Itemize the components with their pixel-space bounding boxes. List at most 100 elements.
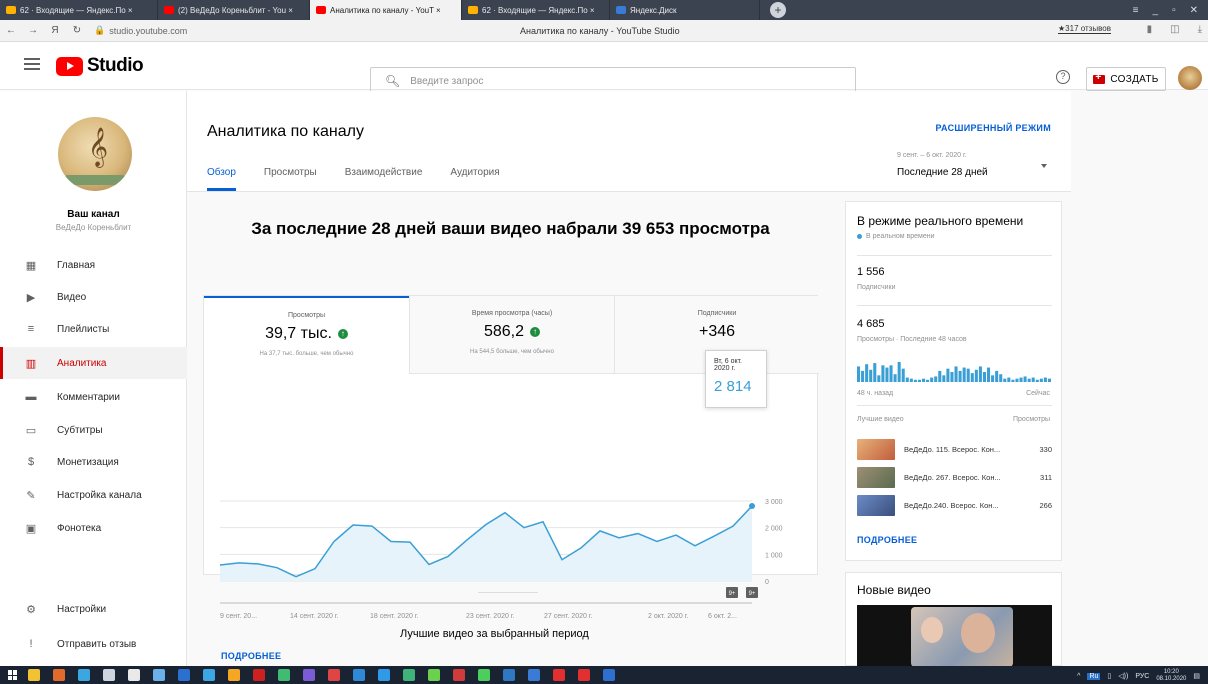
realtime-bar[interactable]: [865, 364, 869, 382]
sidebar-item-playlist[interactable]: ≡ Плейлисты: [0, 313, 187, 345]
taskbar-app-icon[interactable]: [378, 669, 390, 681]
realtime-bar[interactable]: [1031, 377, 1035, 382]
realtime-bar[interactable]: [1043, 377, 1047, 382]
taskbar-app-icon[interactable]: [328, 669, 340, 681]
date-range-picker[interactable]: 9 сент. – 6 окт. 2020 г. Последние 28 дн…: [897, 152, 1055, 178]
top-video-row[interactable]: ВеДеДо. 115. Всерос. Кон... 330: [857, 438, 1052, 460]
realtime-bar[interactable]: [1027, 378, 1031, 382]
reviews-link[interactable]: ★317 отзывов: [1058, 24, 1111, 34]
realtime-bar[interactable]: [905, 377, 909, 382]
hamburger-menu-icon[interactable]: [24, 58, 40, 70]
realtime-bar[interactable]: [893, 374, 897, 382]
realtime-bar[interactable]: [901, 368, 905, 382]
realtime-bar[interactable]: [978, 366, 982, 382]
channel-avatar[interactable]: 𝄞: [58, 117, 132, 191]
sidebar-item-analytics[interactable]: ▥ Аналитика: [0, 347, 187, 379]
sidebar-item-settings[interactable]: ⚙ Настройки: [0, 593, 187, 625]
taskbar-app-icon[interactable]: [528, 669, 540, 681]
views-chart[interactable]: 0 1 000 2 000 3 000 9+ 9+ 9 сент. 20... 14 сент…: [204, 496, 819, 666]
realtime-bar[interactable]: [889, 365, 893, 382]
realtime-bar[interactable]: [926, 379, 930, 382]
realtime-bar[interactable]: [1015, 378, 1019, 382]
realtime-bar[interactable]: [999, 374, 1003, 382]
realtime-bar[interactable]: [877, 375, 881, 382]
realtime-bar[interactable]: [974, 369, 978, 382]
realtime-bar[interactable]: [873, 363, 877, 382]
taskbar-app-icon[interactable]: [428, 669, 440, 681]
realtime-bar[interactable]: [987, 367, 991, 382]
realtime-bar[interactable]: [885, 367, 889, 382]
realtime-bar[interactable]: [1039, 378, 1043, 382]
tab-overview[interactable]: Обзор: [207, 167, 236, 191]
taskbar-app-icon[interactable]: [403, 669, 415, 681]
browser-tab[interactable]: Аналитика по каналу - YouT ×: [310, 0, 462, 20]
taskbar-app-icon[interactable]: [503, 669, 515, 681]
realtime-bar[interactable]: [991, 375, 995, 382]
realtime-bar[interactable]: [869, 369, 873, 382]
url-field[interactable]: 🔒 studio.youtube.com: [94, 25, 187, 36]
sidebar-item-subtitles[interactable]: ▭ Субтитры: [0, 414, 187, 446]
metric-watch-time[interactable]: Время просмотра (часы) 586,2 ↑ На 544,5 б…: [409, 296, 614, 374]
browser-tab[interactable]: 62 · Входящие — Яндекс.По ×: [462, 0, 610, 20]
new-video-thumbnail[interactable]: [857, 605, 1052, 667]
taskbar-app-icon[interactable]: [578, 669, 590, 681]
realtime-bar[interactable]: [958, 370, 962, 382]
realtime-bar[interactable]: [1019, 377, 1023, 382]
back-icon[interactable]: ←: [0, 25, 22, 36]
taskbar-app-icon[interactable]: [603, 669, 615, 681]
reload-icon[interactable]: ↻: [66, 25, 88, 36]
realtime-bar[interactable]: [1023, 376, 1027, 382]
realtime-bar[interactable]: [970, 373, 974, 382]
browser-tab[interactable]: (2) ВеДеДо Кореньблит - You ×: [158, 0, 310, 20]
notifications-icon[interactable]: ▤: [1193, 672, 1200, 680]
help-icon[interactable]: ?: [1056, 70, 1070, 84]
minimize-icon[interactable]: _: [1153, 5, 1159, 16]
sidebar-item-comments[interactable]: ▬ Комментарии: [0, 381, 187, 413]
tab-engagement[interactable]: Взаимодействие: [345, 167, 423, 191]
taskbar-app-icon[interactable]: [228, 669, 240, 681]
sidebar-item-dashboard[interactable]: ▦ Главная: [0, 249, 187, 281]
yandex-icon[interactable]: Я: [44, 25, 66, 36]
forward-icon[interactable]: →: [22, 25, 44, 36]
realtime-bar[interactable]: [909, 378, 913, 382]
realtime-details-link[interactable]: ПОДРОБНЕЕ: [857, 535, 917, 545]
taskbar-app-icon[interactable]: [153, 669, 165, 681]
collections-icon[interactable]: ◫: [1170, 24, 1179, 35]
input-language[interactable]: РУС: [1135, 673, 1149, 680]
sidebar-item-audio-library[interactable]: ▣ Фонотека: [0, 512, 187, 544]
realtime-bar[interactable]: [1047, 378, 1051, 382]
sidebar-item-customization[interactable]: ✎ Настройка канала: [0, 479, 187, 511]
realtime-bar[interactable]: [1003, 378, 1007, 382]
clock[interactable]: 10:20 08.10.2020: [1156, 669, 1186, 683]
tab-audience[interactable]: Аудитория: [450, 167, 499, 191]
realtime-bar[interactable]: [857, 366, 861, 382]
realtime-bar[interactable]: [1035, 379, 1039, 382]
taskbar-app-icon[interactable]: [353, 669, 365, 681]
studio-logo[interactable]: Studio: [56, 55, 144, 77]
realtime-bar[interactable]: [861, 370, 865, 382]
taskbar-app-icon[interactable]: [253, 669, 265, 681]
taskbar-app-icon[interactable]: [278, 669, 290, 681]
taskbar-app-icon[interactable]: [103, 669, 115, 681]
sidebar-item-feedback[interactable]: ! Отправить отзыв: [0, 628, 187, 660]
realtime-bar[interactable]: [938, 370, 942, 382]
close-window-icon[interactable]: ✕: [1190, 5, 1198, 16]
realtime-bar[interactable]: [946, 368, 950, 382]
realtime-bar[interactable]: [954, 366, 958, 382]
taskbar-app-icon[interactable]: [78, 669, 90, 681]
taskbar-app-icon[interactable]: [203, 669, 215, 681]
menu-icon[interactable]: ≡: [1133, 5, 1139, 16]
realtime-bar[interactable]: [1007, 377, 1011, 382]
browser-tab[interactable]: Яндекс.Диск: [610, 0, 760, 20]
realtime-bar[interactable]: [950, 372, 954, 382]
new-tab-button[interactable]: +: [770, 2, 786, 18]
volume-icon[interactable]: ◁)): [1118, 672, 1128, 680]
browser-tab[interactable]: 62 · Входящие — Яндекс.По ×: [0, 0, 158, 20]
windows-start-icon[interactable]: [8, 670, 18, 680]
tab-reach[interactable]: Просмотры: [264, 167, 317, 191]
realtime-bar[interactable]: [995, 370, 999, 382]
realtime-bar[interactable]: [934, 376, 938, 382]
taskbar-app-icon[interactable]: [178, 669, 190, 681]
highlighted-point[interactable]: [749, 502, 755, 509]
top-video-row[interactable]: ВеДеДо.240. Всерос. Кон... 266: [857, 494, 1052, 516]
